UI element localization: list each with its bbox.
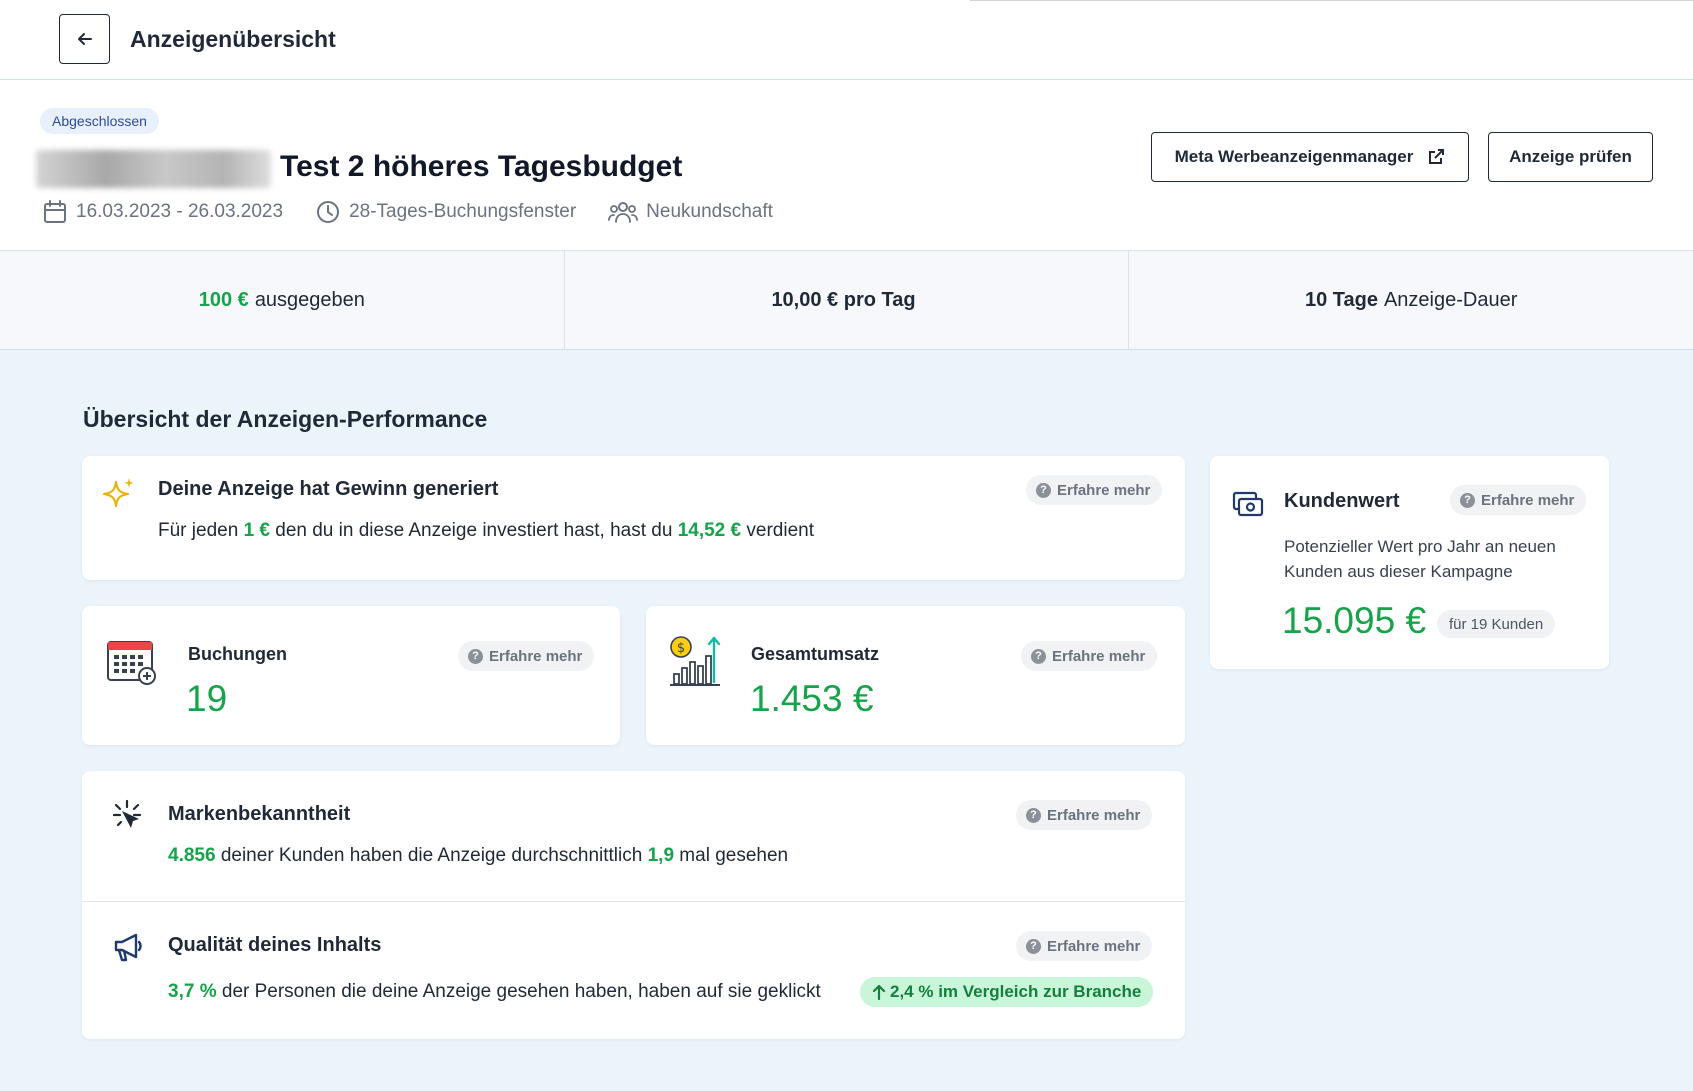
quality-title: Qualität deines Inhalts (168, 934, 382, 956)
brand-text-1: deiner Kunden haben die Anzeige durchsch… (220, 845, 643, 866)
users-icon (608, 202, 639, 223)
date-range: 16.03.2023 - 26.03.2023 (42, 199, 283, 225)
quality-learn-more-button[interactable]: ? Erfahre mehr (1016, 931, 1153, 961)
meta-ads-manager-button[interactable]: Meta Werbeanzeigenmanager (1151, 132, 1469, 182)
page-title: Anzeigenübersicht (130, 26, 336, 52)
bookings-learn-more-button[interactable]: ? Erfahre mehr (458, 641, 595, 671)
cursor-click-icon (112, 799, 142, 828)
brand-reach: 4.856 (168, 845, 216, 866)
question-icon: ? (1036, 482, 1051, 498)
arrow-up-icon (872, 984, 886, 1000)
profit-earned: 14,52 € (677, 520, 742, 541)
brand-learn-more-button[interactable]: ? Erfahre mehr (1016, 800, 1153, 830)
status-badge: Abgeschlossen (40, 108, 159, 134)
brand-text: 4.856 deiner Kunden haben die Anzeige du… (168, 845, 788, 867)
brand-frequency: 1,9 (647, 845, 675, 866)
quality-ctr: 3,7 % (168, 981, 217, 1002)
awareness-quality-card: Markenbekanntheit ? Erfahre mehr 4.856 d… (82, 771, 1185, 1039)
quality-text-body: der Personen die deine Anzeige gesehen h… (221, 981, 821, 1002)
bookings-title: Buchungen (188, 644, 287, 664)
customer-value-description: Potenzieller Wert pro Jahr an neuen Kund… (1284, 537, 1556, 581)
campaign-header: Abgeschlossen Test 2 höheres Tagesbudget… (0, 80, 1693, 250)
stats-strip: 100 € ausgegeben 10,00 € pro Tag 10 Tage… (0, 250, 1693, 350)
quality-text: 3,7 % der Personen die deine Anzeige ges… (168, 981, 821, 1003)
learn-more-label: Erfahre mehr (1052, 647, 1146, 665)
revenue-card: $ Gesamtumsatz ? Erfahre mehr 1.453 € (646, 606, 1185, 745)
profit-text-3: verdient (746, 520, 814, 541)
back-button[interactable] (59, 14, 110, 64)
svg-text:$: $ (677, 641, 685, 656)
audience: Neukundschaft (608, 199, 773, 225)
customers-count-badge: für 19 Kunden (1437, 610, 1556, 638)
review-ad-label: Anzeige prüfen (1509, 147, 1632, 166)
brand-text-2: mal gesehen (679, 845, 789, 866)
sparkles-icon (102, 478, 134, 508)
booking-window-text: 28-Tages-Buchungsfenster (349, 201, 577, 222)
industry-comparison-text: 2,4 % im Vergleich zur Branche (890, 982, 1142, 1001)
revenue-title: Gesamtumsatz (751, 644, 880, 664)
profit-invest: 1 € (243, 520, 270, 541)
question-icon: ? (1026, 807, 1041, 823)
stat-duration: 10 Tage Anzeige-Dauer (1129, 251, 1693, 349)
customer-value-title: Kundenwert (1284, 490, 1400, 512)
campaign-title: Test 2 höheres Tagesbudget (280, 150, 683, 183)
profit-learn-more-button[interactable]: ? Erfahre mehr (1026, 475, 1163, 505)
blurred-business-name (36, 150, 271, 188)
profit-text: Für jeden 1 € den du in diese Anzeige in… (158, 520, 814, 542)
booking-window: 28-Tages-Buchungsfenster (315, 199, 576, 225)
duration-value: 10 Tage (1304, 288, 1378, 311)
revenue-learn-more-button[interactable]: ? Erfahre mehr (1021, 641, 1158, 671)
card-divider (82, 901, 1185, 902)
profit-card: Deine Anzeige hat Gewinn generiert ? Erf… (82, 456, 1185, 580)
question-icon: ? (1460, 492, 1475, 508)
review-ad-button[interactable]: Anzeige prüfen (1488, 132, 1653, 182)
spent-value: 100 € (198, 288, 249, 311)
learn-more-label: Erfahre mehr (1047, 806, 1141, 824)
top-bar: Anzeigenübersicht (0, 0, 1693, 80)
meta-ads-manager-label: Meta Werbeanzeigenmanager (1174, 147, 1414, 166)
stat-spent: 100 € ausgegeben (0, 251, 565, 349)
audience-text: Neukundschaft (646, 201, 773, 222)
external-link-icon (1429, 149, 1445, 164)
performance-section: Übersicht der Anzeigen-Performance Deine… (0, 350, 1693, 1091)
learn-more-label: Erfahre mehr (489, 647, 583, 665)
bookings-value: 19 (186, 678, 228, 719)
calendar-icon (44, 200, 66, 223)
daily-budget-value: 10,00 € pro Tag (771, 288, 916, 311)
section-title: Übersicht der Anzeigen-Performance (83, 406, 488, 432)
revenue-chart-icon: $ (670, 636, 721, 686)
top-divider (970, 0, 1693, 1)
learn-more-label: Erfahre mehr (1047, 937, 1141, 955)
stat-daily-budget: 10,00 € pro Tag (565, 251, 1130, 349)
brand-title: Markenbekanntheit (168, 803, 351, 825)
calendar-add-icon (107, 641, 156, 685)
profit-text-1: Für jeden (158, 520, 239, 541)
learn-more-label: Erfahre mehr (1057, 481, 1151, 499)
question-icon: ? (1031, 648, 1046, 664)
megaphone-icon (114, 933, 142, 962)
arrow-left-icon (77, 33, 92, 45)
duration-label: Anzeige-Dauer (1383, 288, 1518, 311)
campaign-meta: 16.03.2023 - 26.03.2023 28-Tages-Buchung… (42, 196, 805, 228)
cash-icon (1232, 491, 1264, 517)
profit-title: Deine Anzeige hat Gewinn generiert (158, 478, 499, 500)
industry-comparison-badge: 2,4 % im Vergleich zur Branche (860, 977, 1154, 1007)
customer-value-amount: 15.095 € (1282, 600, 1427, 641)
learn-more-label: Erfahre mehr (1481, 491, 1575, 509)
question-icon: ? (468, 648, 483, 664)
spent-label: ausgegeben (254, 288, 365, 311)
clock-icon (317, 201, 340, 223)
question-icon: ? (1026, 938, 1041, 954)
revenue-value: 1.453 € (750, 678, 874, 719)
bookings-card: Buchungen ? Erfahre mehr 19 (82, 606, 620, 745)
profit-text-2: den du in diese Anzeige investiert hast,… (275, 520, 673, 541)
customer-value-card: Kundenwert ? Erfahre mehr Potenzieller W… (1210, 456, 1609, 669)
date-range-text: 16.03.2023 - 26.03.2023 (76, 201, 284, 222)
customer-value-learn-more-button[interactable]: ? Erfahre mehr (1450, 485, 1587, 515)
